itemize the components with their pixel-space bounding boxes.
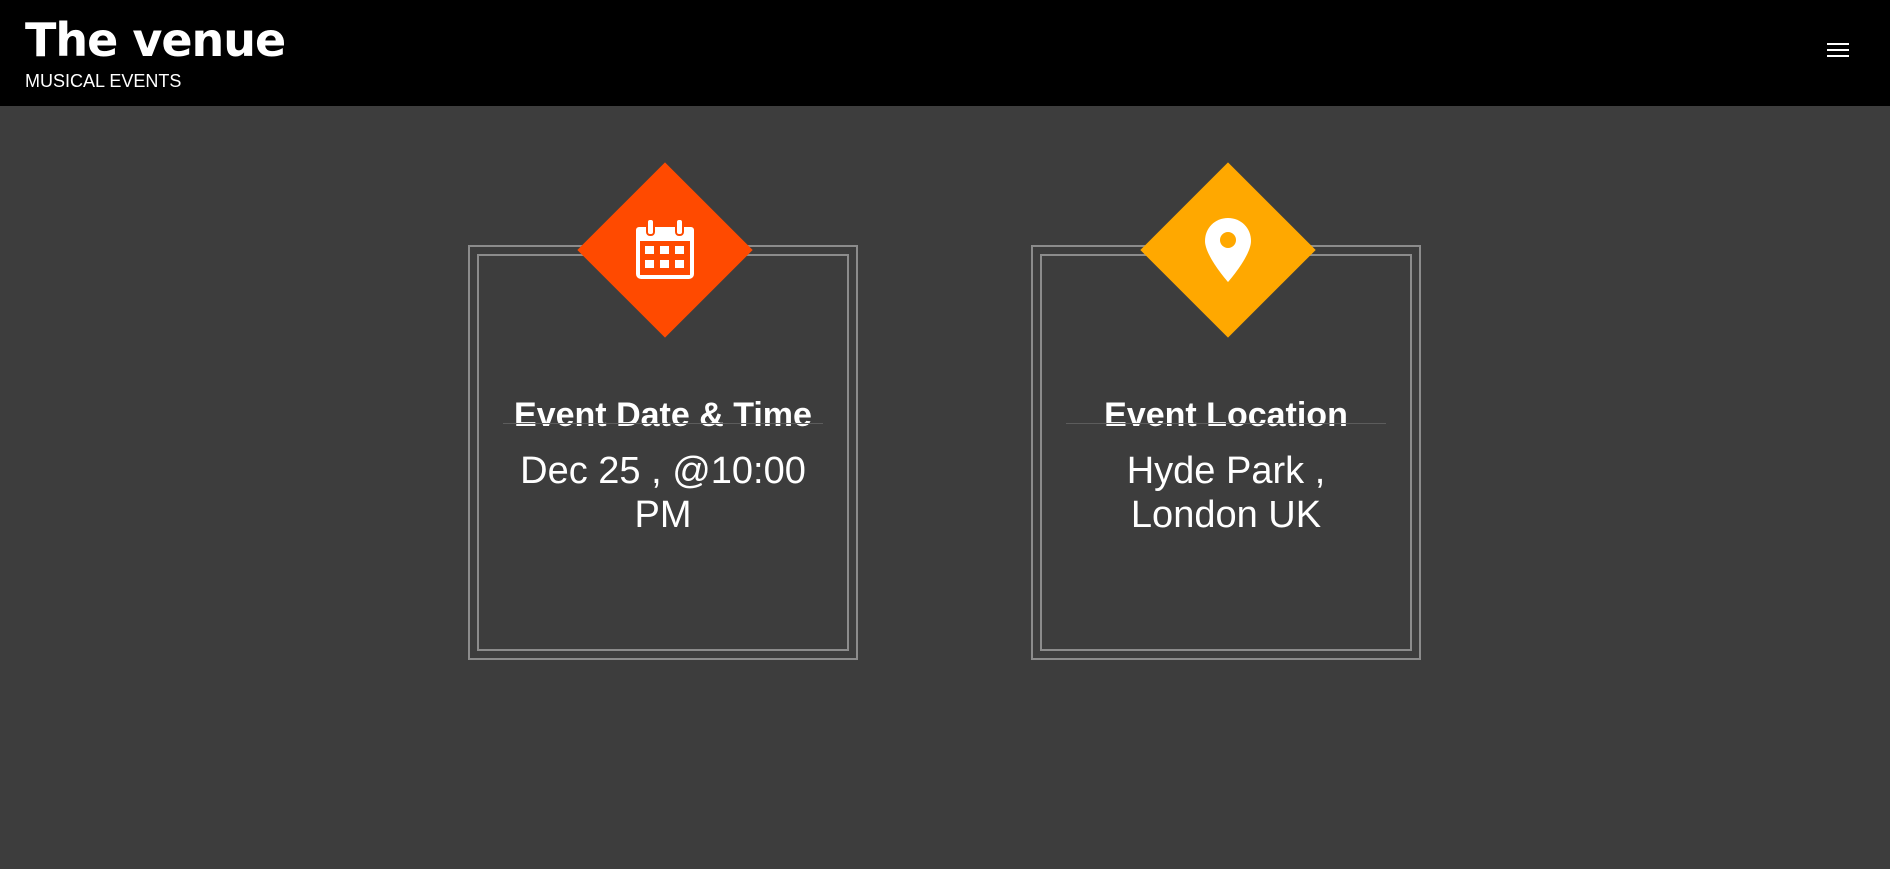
site-subtitle: MUSICAL EVENTS [25,71,182,91]
divider [1066,423,1386,424]
brand[interactable]: The venue MUSICAL EVENTS [25,14,286,92]
site-title[interactable]: The venue [25,14,286,66]
map-pin-icon [1205,218,1251,282]
event-date-value: Dec 25 , @10:00 PM [520,450,806,536]
card-title: Event Date & Time [514,396,812,435]
date-badge [577,162,753,338]
event-location-value: Hyde Park , London UK [1126,450,1326,536]
location-badge [1140,162,1316,338]
divider [503,423,823,424]
hamburger-menu-icon[interactable] [1827,42,1849,60]
calendar-icon [636,219,694,279]
card-title: Event Location [1104,396,1348,435]
top-bar: The venue MUSICAL EVENTS [0,0,1890,106]
